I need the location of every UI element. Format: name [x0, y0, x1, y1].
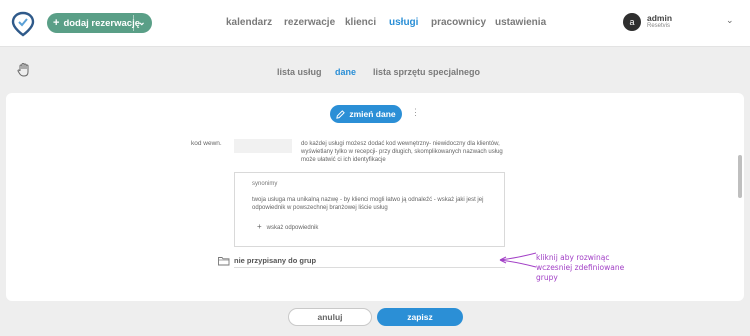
- nav-item-settings[interactable]: ustawienia: [495, 17, 546, 28]
- user-company: Resetvis: [647, 23, 671, 29]
- tab-special-equipment[interactable]: lista sprzętu specjalnego: [373, 67, 480, 77]
- nav-item-calendar[interactable]: kalendarz: [226, 17, 272, 28]
- add-synonym-button[interactable]: + wskaż odpowiednik: [257, 222, 318, 231]
- annotation-arrow: [499, 252, 537, 268]
- plus-icon: +: [257, 222, 262, 231]
- add-booking-label: dodaj rezerwację: [63, 17, 140, 29]
- cancel-button[interactable]: anuluj: [288, 308, 372, 326]
- avatar[interactable]: a: [623, 13, 641, 31]
- folder-icon: [218, 257, 230, 266]
- nav-item-bookings[interactable]: rezerwacje: [284, 17, 335, 28]
- nav-item-employees[interactable]: pracownicy: [431, 17, 486, 28]
- kebab-icon[interactable]: ⋮: [411, 107, 420, 118]
- add-booking-button[interactable]: + dodaj rezerwację ⌄: [47, 13, 152, 33]
- scrollbar-thumb[interactable]: [738, 155, 742, 198]
- user-name[interactable]: admin: [647, 13, 672, 23]
- nav-item-clients[interactable]: klienci: [345, 17, 376, 28]
- code-input[interactable]: [234, 139, 292, 153]
- synonyms-title: synonimy: [252, 181, 278, 187]
- code-help-text: do każdej usługi możesz dodać kod wewnęt…: [301, 141, 503, 163]
- top-bar: + dodaj rezerwację ⌄ kalendarz rezerwacj…: [0, 0, 750, 47]
- logo-icon[interactable]: [11, 11, 35, 37]
- synonyms-description: twoja usługa ma unikalną nazwę - by klie…: [252, 197, 484, 211]
- user-menu-chevron-icon[interactable]: ⌄: [726, 15, 734, 26]
- edit-data-button[interactable]: zmień dane: [330, 105, 402, 123]
- tab-service-list[interactable]: lista usług: [277, 67, 322, 77]
- hand-icon: [17, 62, 29, 77]
- group-select[interactable]: nie przypisany do grup: [234, 256, 505, 268]
- chevron-down-icon[interactable]: ⌄: [138, 17, 146, 28]
- tab-data[interactable]: dane: [335, 67, 356, 77]
- add-synonym-label: wskaż odpowiednik: [266, 225, 319, 231]
- button-divider: [133, 15, 134, 31]
- code-label: kod wewn.: [191, 140, 222, 147]
- annotation-text: kliknij aby rozwinąc wczesniej zdefiniow…: [536, 253, 625, 282]
- pencil-icon: [336, 109, 346, 119]
- nav-item-services[interactable]: usługi: [389, 17, 418, 28]
- edit-data-label: zmień dane: [349, 109, 396, 119]
- save-button[interactable]: zapisz: [377, 308, 463, 326]
- plus-icon: +: [53, 17, 60, 29]
